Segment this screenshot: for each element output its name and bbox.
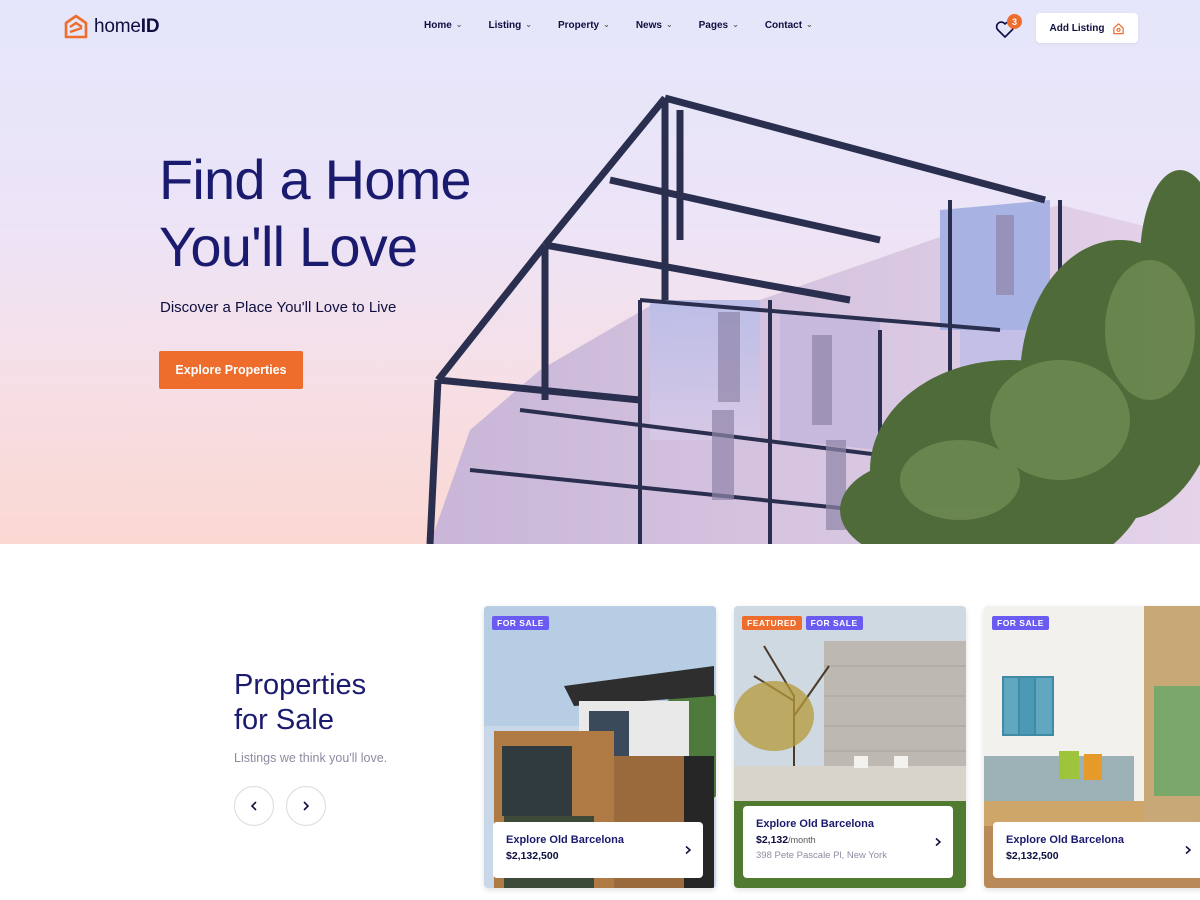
property-price: $2,132,500 xyxy=(1006,850,1059,862)
site-header: homeID Home ⌄ Listing ⌄ Property ⌄ News ⌄ Pa… xyxy=(0,0,1200,56)
chevron-down-icon: ⌄ xyxy=(806,20,813,29)
nav-item-contact[interactable]: Contact ⌄ xyxy=(765,20,813,31)
nav-item-home[interactable]: Home ⌄ xyxy=(424,20,463,31)
hero-title-line: Find a Home xyxy=(159,148,472,211)
arrow-right-icon xyxy=(303,801,310,811)
brand-logo[interactable]: homeID xyxy=(64,14,160,40)
badge-group: FOR SALE xyxy=(492,616,549,630)
chevron-right-icon xyxy=(1185,845,1192,855)
section-title-line: Properties xyxy=(234,669,367,701)
property-title: Explore Old Barcelona xyxy=(1006,834,1124,846)
nav-item-pages[interactable]: Pages ⌄ xyxy=(699,20,739,31)
property-address: 398 Pete Pascale Pl, New York xyxy=(756,850,887,861)
favorites-count-badge: 3 xyxy=(1007,14,1022,29)
hero-title-line: You'll Love xyxy=(159,215,418,278)
hero-subtitle: Discover a Place You'll Love to Live xyxy=(160,299,397,316)
chevron-down-icon: ⌄ xyxy=(525,20,532,29)
section-subtitle: Listings we think you'll love. xyxy=(234,751,388,765)
main-nav: Home ⌄ Listing ⌄ Property ⌄ News ⌄ Pages ⌄ Co… xyxy=(424,20,839,31)
chevron-right-icon xyxy=(685,845,692,855)
chevron-down-icon: ⌄ xyxy=(665,20,673,29)
status-badge: FOR SALE xyxy=(492,616,549,630)
house-logo-icon xyxy=(64,14,88,39)
property-price: $2,132,500 xyxy=(506,850,559,862)
property-info-box[interactable]: Explore Old Barcelona $2,132,500 xyxy=(993,822,1200,878)
carousel-next-button[interactable] xyxy=(286,786,326,826)
arrow-left-icon xyxy=(250,801,257,811)
property-title: Explore Old Barcelona xyxy=(506,834,624,846)
explore-properties-button[interactable]: Explore Properties xyxy=(159,351,303,389)
property-info-box[interactable]: Explore Old Barcelona $2,132/month 398 P… xyxy=(743,806,953,878)
status-badge: FOR SALE xyxy=(992,616,1049,630)
property-title: Explore Old Barcelona xyxy=(756,818,874,830)
section-title-line: for Sale xyxy=(234,704,334,736)
badge-group: FEATURED FOR SALE xyxy=(742,616,863,630)
chevron-right-icon xyxy=(935,837,942,847)
property-card[interactable]: FOR SALE Explore Old Barcelona $2,132,50… xyxy=(484,606,716,888)
property-info-box[interactable]: Explore Old Barcelona $2,132,500 xyxy=(493,822,703,878)
brand-name: homeID xyxy=(94,16,160,37)
nav-item-news[interactable]: News ⌄ xyxy=(636,20,673,31)
chevron-down-icon: ⌄ xyxy=(732,20,739,29)
carousel-prev-button[interactable] xyxy=(234,786,274,826)
add-listing-label: Add Listing xyxy=(1049,22,1105,34)
hero-title: Find a Home You'll Love xyxy=(159,146,579,280)
chevron-down-icon: ⌄ xyxy=(455,20,463,29)
property-card[interactable]: FOR SALE Explore Old Barcelona $2,132,50… xyxy=(984,606,1200,888)
property-price: $2,132/month xyxy=(756,834,816,846)
property-card[interactable]: FEATURED FOR SALE Explore Old Barcelona … xyxy=(734,606,966,888)
badge-group: FOR SALE xyxy=(992,616,1049,630)
section-title: Properties for Sale xyxy=(234,668,454,738)
add-listing-button[interactable]: Add Listing xyxy=(1036,13,1138,43)
status-badge: FOR SALE xyxy=(805,616,863,630)
featured-badge: FEATURED xyxy=(742,616,802,630)
nav-item-listing[interactable]: Listing ⌄ xyxy=(489,20,532,31)
chevron-down-icon: ⌄ xyxy=(603,20,610,29)
house-outline-icon xyxy=(1112,22,1124,34)
nav-item-property[interactable]: Property ⌄ xyxy=(558,20,610,31)
